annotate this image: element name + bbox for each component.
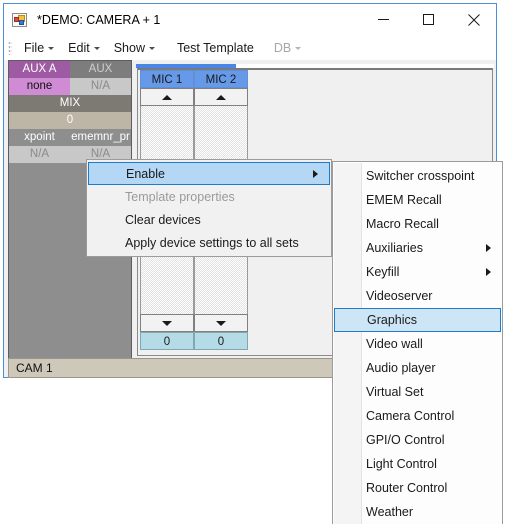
- submenu-item-light-control[interactable]: Light Control: [333, 452, 502, 476]
- menu-item-test-template-label: Test Template: [176, 40, 254, 55]
- chevron-down-icon: [48, 47, 55, 50]
- cell-mix-value[interactable]: 0: [9, 112, 131, 129]
- submenu-item-keyfill-label: Keyfill: [366, 265, 400, 279]
- menu-item-show[interactable]: Show: [107, 39, 162, 57]
- window-title: *DEMO: CAMERA + 1: [37, 12, 161, 27]
- panel-row-aux-values: none N/A: [9, 78, 131, 95]
- mic-2-decrease-button[interactable]: [194, 314, 248, 332]
- submenu-arrow-icon: [313, 169, 318, 178]
- submenu-item-macro-recall[interactable]: Macro Recall: [333, 212, 502, 236]
- caption-button-group: [361, 4, 496, 35]
- down-arrow-icon: [216, 320, 226, 326]
- panel-row-xpoint-header: xpoint ememnr_pr: [9, 129, 131, 146]
- context-menu-item-enable[interactable]: Enable: [88, 162, 330, 185]
- context-menu: Enable Template properties Clear devices…: [86, 159, 332, 257]
- submenu-item-gpio-control-label: GPI/O Control: [366, 433, 445, 447]
- menu-item-file-label: File: [24, 40, 45, 55]
- minimize-button[interactable]: [361, 4, 406, 35]
- screen-root: *DEMO: CAMERA + 1 File Edit Show Test Te…: [0, 0, 510, 524]
- maximize-icon: [423, 14, 434, 25]
- enable-submenu: Switcher crosspoint EMEM Recall Macro Re…: [332, 161, 503, 524]
- submenu-item-switcher-crosspoint-label: Switcher crosspoint: [366, 169, 475, 183]
- submenu-item-weather-label: Weather: [366, 505, 414, 519]
- submenu-item-switcher-crosspoint[interactable]: Switcher crosspoint: [333, 164, 502, 188]
- submenu-item-auxiliaries-label: Auxiliaries: [366, 241, 423, 255]
- chevron-down-icon: [93, 47, 100, 50]
- submenu-item-weather[interactable]: Weather: [333, 500, 502, 524]
- cell-aux-a[interactable]: AUX A: [9, 61, 70, 78]
- submenu-item-macro-recall-label: Macro Recall: [366, 217, 439, 231]
- cell-mix[interactable]: MIX: [9, 95, 131, 112]
- cell-xpoint[interactable]: xpoint: [9, 129, 70, 146]
- mic-1-value[interactable]: 0: [140, 332, 194, 350]
- menu-item-show-label: Show: [113, 40, 145, 55]
- menu-item-db: DB: [267, 39, 308, 57]
- submenu-item-video-wall-label: Video wall: [366, 337, 423, 351]
- submenu-item-graphics-label: Graphics: [367, 313, 418, 327]
- up-arrow-icon: [216, 94, 226, 100]
- submenu-item-gpio-control[interactable]: GPI/O Control: [333, 428, 502, 452]
- menu-item-file[interactable]: File: [17, 39, 61, 57]
- submenu-arrow-icon: [486, 268, 491, 276]
- submenu-item-audio-player[interactable]: Audio player: [333, 356, 502, 380]
- close-icon: [467, 13, 480, 26]
- context-menu-item-template-properties: Template properties: [87, 185, 331, 208]
- context-menu-item-clear-devices[interactable]: Clear devices: [87, 208, 331, 231]
- mic-2-increase-button[interactable]: [194, 88, 248, 106]
- menu-bar: File Edit Show Test Template DB: [4, 35, 496, 60]
- menu-item-edit[interactable]: Edit: [61, 39, 107, 57]
- submenu-item-light-control-label: Light Control: [366, 457, 437, 471]
- mic-2-header[interactable]: MIC 2: [194, 70, 248, 88]
- submenu-item-auxiliaries[interactable]: Auxiliaries: [333, 236, 502, 260]
- close-button[interactable]: [451, 4, 496, 35]
- mic-1-header[interactable]: MIC 1: [140, 70, 194, 88]
- down-arrow-icon: [162, 320, 172, 326]
- context-menu-item-enable-label: Enable: [126, 166, 165, 181]
- submenu-item-virtual-set-label: Virtual Set: [366, 385, 424, 399]
- menu-item-db-label: DB: [273, 40, 292, 55]
- submenu-item-videoserver[interactable]: Videoserver: [333, 284, 502, 308]
- submenu-arrow-icon: [486, 244, 491, 252]
- submenu-item-keyfill[interactable]: Keyfill: [333, 260, 502, 284]
- context-menu-item-clear-devices-label: Clear devices: [125, 212, 201, 227]
- chevron-down-icon: [148, 47, 155, 50]
- maximize-button[interactable]: [406, 4, 451, 35]
- panel-row-aux-header: AUX A AUX: [9, 61, 131, 78]
- panel-row-mix-header: MIX: [9, 95, 131, 112]
- submenu-item-router-control[interactable]: Router Control: [333, 476, 502, 500]
- submenu-item-videoserver-label: Videoserver: [366, 289, 433, 303]
- context-menu-item-apply-device-settings-label: Apply device settings to all sets: [125, 235, 299, 250]
- context-menu-item-template-properties-label: Template properties: [125, 189, 235, 204]
- up-arrow-icon: [162, 94, 172, 100]
- submenu-item-camera-control-label: Camera Control: [366, 409, 455, 423]
- menu-item-edit-label: Edit: [68, 40, 90, 55]
- mic-1-increase-button[interactable]: [140, 88, 194, 106]
- submenu-item-audio-player-label: Audio player: [366, 361, 436, 375]
- cell-aux[interactable]: AUX: [70, 61, 131, 78]
- cell-ememnr[interactable]: ememnr_pr: [70, 129, 131, 146]
- submenu-item-emem-recall-label: EMEM Recall: [366, 193, 442, 207]
- menu-item-test-template[interactable]: Test Template: [170, 39, 261, 57]
- minimize-icon: [378, 19, 389, 20]
- submenu-item-emem-recall[interactable]: EMEM Recall: [333, 188, 502, 212]
- cell-aux-value[interactable]: N/A: [70, 78, 131, 95]
- mic-2-value[interactable]: 0: [194, 332, 248, 350]
- title-bar: *DEMO: CAMERA + 1: [4, 4, 496, 35]
- cell-xpoint-value[interactable]: N/A: [9, 146, 70, 163]
- chevron-down-icon: [295, 47, 302, 50]
- mic-1-decrease-button[interactable]: [140, 314, 194, 332]
- submenu-item-graphics[interactable]: Graphics: [334, 308, 501, 332]
- submenu-item-virtual-set[interactable]: Virtual Set: [333, 380, 502, 404]
- submenu-item-camera-control[interactable]: Camera Control: [333, 404, 502, 428]
- vs-form-icon: [12, 12, 28, 28]
- cell-aux-a-value[interactable]: none: [9, 78, 70, 95]
- menu-grip-handle[interactable]: [8, 40, 12, 55]
- status-bar-text: CAM 1: [16, 361, 53, 375]
- panel-row-mix-value: 0: [9, 112, 131, 129]
- submenu-item-video-wall[interactable]: Video wall: [333, 332, 502, 356]
- context-menu-item-apply-device-settings[interactable]: Apply device settings to all sets: [87, 231, 331, 254]
- submenu-item-router-control-label: Router Control: [366, 481, 448, 495]
